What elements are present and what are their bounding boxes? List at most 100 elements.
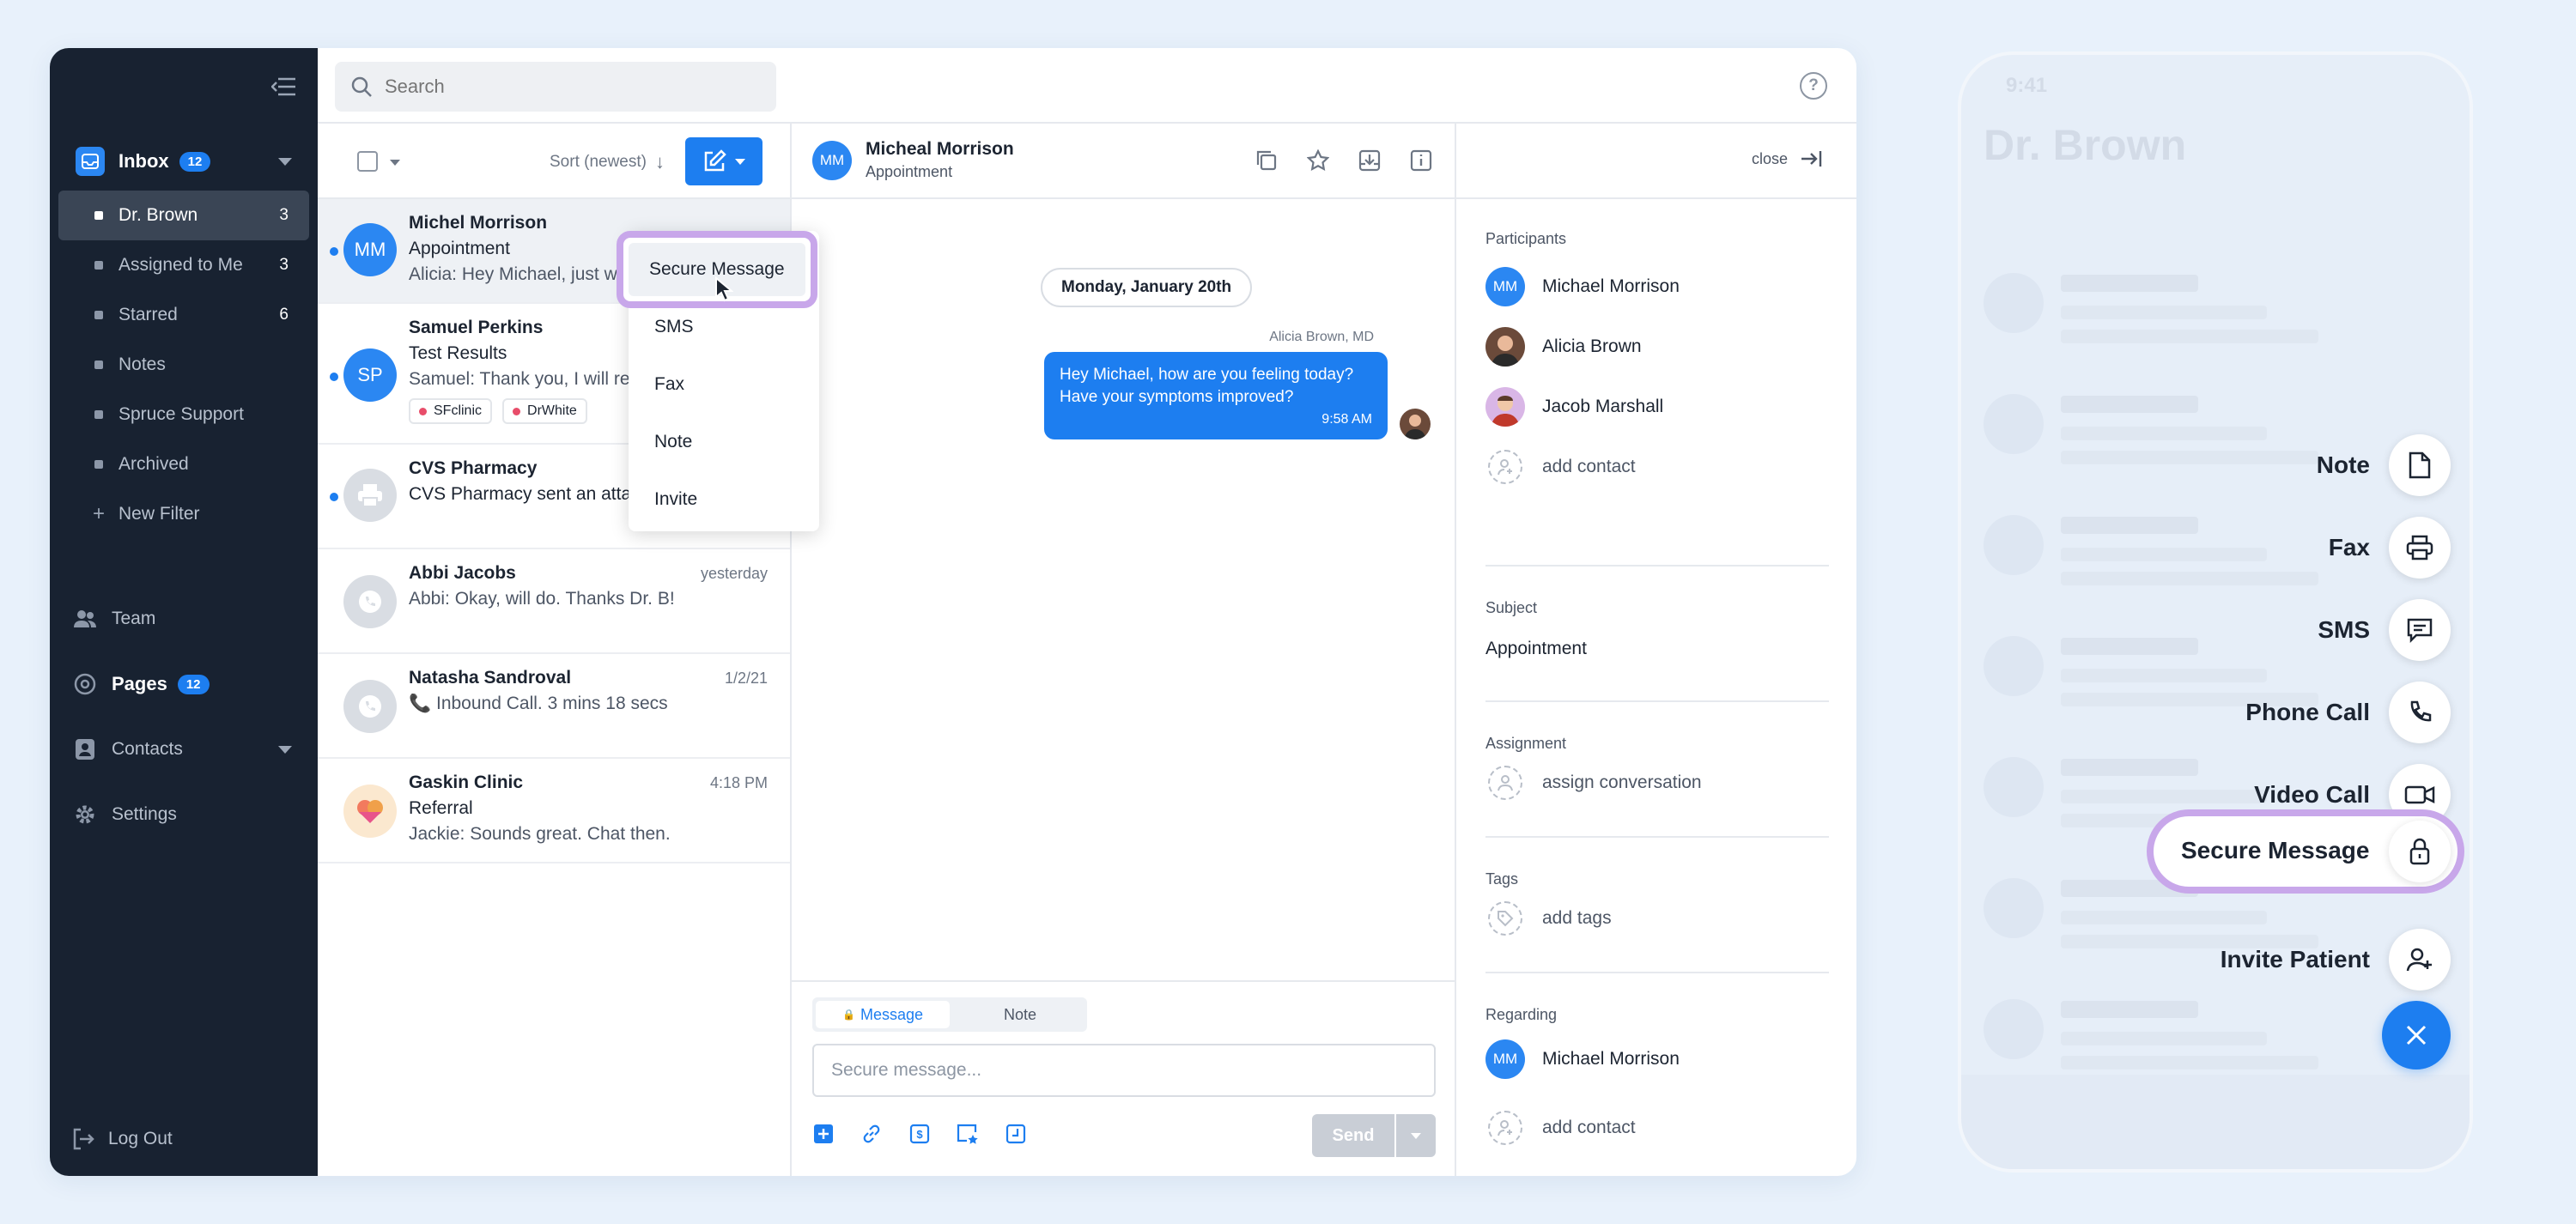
fab-action-note[interactable]: Note: [2317, 434, 2451, 496]
add-tags-button[interactable]: add tags: [1485, 888, 1829, 948]
image-star-icon[interactable]: [957, 1123, 979, 1145]
printer-icon: [2389, 517, 2451, 579]
fab-action-sms[interactable]: SMS: [2318, 599, 2451, 661]
collapse-sidebar-icon[interactable]: [270, 72, 299, 101]
menu-item-fax[interactable]: Fax: [629, 355, 819, 413]
message-bubble: Hey Michael, how are you feeling today? …: [1044, 352, 1388, 439]
sidebar-item-pages[interactable]: Pages 12: [62, 659, 306, 709]
mobile-phone-screen: 9:41 Dr. Brown Note Fax SMS Phone Call V…: [1958, 52, 2473, 1172]
fab-action-phone-call[interactable]: Phone Call: [2245, 682, 2451, 743]
sort-control[interactable]: Sort (newest) ↓: [550, 151, 665, 173]
help-icon[interactable]: ?: [1800, 72, 1827, 100]
menu-item-label: Invite: [654, 488, 698, 509]
message-text: Hey Michael, how are you feeling today?: [1060, 366, 1354, 384]
assign-conversation-button[interactable]: assign conversation: [1485, 753, 1829, 813]
assignment-section: Assignment assign conversation: [1485, 735, 1829, 813]
copy-icon[interactable]: [1254, 148, 1279, 173]
add-person-icon: [2389, 929, 2451, 991]
add-icon[interactable]: [812, 1123, 835, 1145]
menu-item-invite[interactable]: Invite: [629, 470, 819, 528]
star-outline-icon[interactable]: [1305, 148, 1331, 173]
compose-button[interactable]: [685, 137, 762, 185]
message-sender: Alicia Brown, MD: [1269, 330, 1374, 344]
lock-icon: [2389, 821, 2451, 882]
subject-text: Appointment: [1485, 639, 1587, 658]
chevron-down-icon[interactable]: [390, 160, 400, 166]
sidebar-item-team[interactable]: Team: [62, 594, 306, 644]
sidebar-item-settings[interactable]: Settings: [62, 790, 306, 839]
menu-item-note[interactable]: Note: [629, 413, 819, 470]
regarding-row[interactable]: MM Michael Morrison: [1485, 1029, 1829, 1089]
sidebar-item-new-filter[interactable]: + New Filter: [58, 489, 309, 539]
collapse-right-icon: [1801, 151, 1822, 167]
avatar: MM: [343, 223, 397, 276]
participant-row[interactable]: Alicia Brown: [1485, 317, 1829, 377]
sidebar: Inbox 12 Dr. Brown 3 Assigned to Me 3 St…: [50, 48, 318, 1176]
sidebar-item-assigned[interactable]: Assigned to Me 3: [58, 240, 309, 290]
message-text: Have your symptoms improved?: [1060, 388, 1294, 406]
sidebar-item-spruce-support[interactable]: Spruce Support: [58, 390, 309, 439]
participant-row[interactable]: Jacob Marshall: [1485, 377, 1829, 437]
sort-label: Sort (newest): [550, 153, 647, 171]
divider: [1485, 836, 1829, 838]
conversation-item[interactable]: Gaskin Clinic Referral Jackie: Sounds gr…: [318, 759, 790, 863]
chevron-down-icon[interactable]: [278, 157, 292, 166]
participant-name: Alicia Brown: [1542, 336, 1642, 356]
fab-action-secure-message[interactable]: Secure Message: [2147, 809, 2464, 894]
tab-label: Note: [1003, 1005, 1037, 1023]
tab-note[interactable]: Note: [953, 997, 1087, 1032]
sidebar-item-contacts[interactable]: Contacts: [62, 724, 306, 774]
fab-action-invite-patient[interactable]: Invite Patient: [2221, 929, 2451, 991]
info-icon[interactable]: [1408, 148, 1434, 173]
tag-chip[interactable]: DrWhite: [502, 398, 587, 424]
chat-contact-name: Micheal Morrison: [866, 139, 1014, 159]
fab-close-button[interactable]: [2382, 1001, 2451, 1069]
phone-icon: 📞: [409, 694, 436, 713]
add-contact-button[interactable]: add contact: [1485, 437, 1829, 497]
payment-icon[interactable]: $: [908, 1123, 931, 1145]
conversation-preview: 📞 Inbound Call. 3 mins 18 secs: [409, 694, 768, 714]
top-bar: ?: [318, 48, 1856, 124]
conversation-item[interactable]: Natasha Sandroval 📞 Inbound Call. 3 mins…: [318, 654, 790, 759]
conversation-item[interactable]: Abbi Jacobs Abbi: Okay, will do. Thanks …: [318, 549, 790, 654]
search-box[interactable]: [335, 62, 776, 112]
avatar: MM: [1485, 267, 1525, 306]
subject-value[interactable]: Appointment: [1485, 617, 1829, 681]
bullet-icon: [94, 211, 103, 220]
participant-name: Michael Morrison: [1542, 276, 1680, 296]
team-icon: [72, 606, 98, 632]
close-panel-button[interactable]: close: [1752, 149, 1822, 168]
assign-label: assign conversation: [1542, 773, 1702, 792]
divider: [1485, 972, 1829, 973]
add-contact-label: add contact: [1542, 457, 1636, 476]
link-icon[interactable]: [860, 1123, 883, 1145]
sidebar-item-dr-brown[interactable]: Dr. Brown 3: [58, 191, 309, 240]
fab-action-fax[interactable]: Fax: [2329, 517, 2451, 579]
bullet-icon: [94, 460, 103, 469]
add-contact-button[interactable]: add contact: [1485, 1098, 1829, 1158]
inbox-count-badge: 12: [179, 151, 211, 172]
chevron-down-icon[interactable]: [278, 745, 292, 754]
select-all-checkbox[interactable]: [357, 151, 378, 172]
details-panel: close Participants MM Michael Morrison A…: [1455, 124, 1856, 1176]
sidebar-inbox[interactable]: Inbox 12: [62, 134, 306, 189]
mouse-cursor-icon: [715, 276, 733, 302]
template-icon[interactable]: [1005, 1123, 1027, 1145]
message-input[interactable]: [812, 1044, 1436, 1097]
archive-icon[interactable]: [1357, 148, 1382, 173]
participant-row[interactable]: MM Michael Morrison: [1485, 257, 1829, 317]
send-options-button[interactable]: [1394, 1114, 1436, 1157]
tag-chip[interactable]: SFclinic: [409, 398, 493, 424]
avatar: MM: [812, 141, 852, 180]
sidebar-item-archived[interactable]: Archived: [58, 439, 309, 489]
logout-label: Log Out: [108, 1129, 173, 1148]
send-button[interactable]: Send: [1312, 1114, 1394, 1157]
sidebar-item-notes[interactable]: Notes: [58, 340, 309, 390]
conversation-preview-text: Inbound Call. 3 mins 18 secs: [435, 694, 668, 713]
search-input[interactable]: [385, 76, 745, 98]
lock-icon: 🔒: [842, 1009, 855, 1021]
sidebar-item-starred[interactable]: Starred 6: [58, 290, 309, 340]
logout-link[interactable]: Log Out: [70, 1126, 173, 1152]
unread-dot: [330, 373, 338, 381]
tab-message[interactable]: 🔒 Message: [816, 1001, 950, 1028]
